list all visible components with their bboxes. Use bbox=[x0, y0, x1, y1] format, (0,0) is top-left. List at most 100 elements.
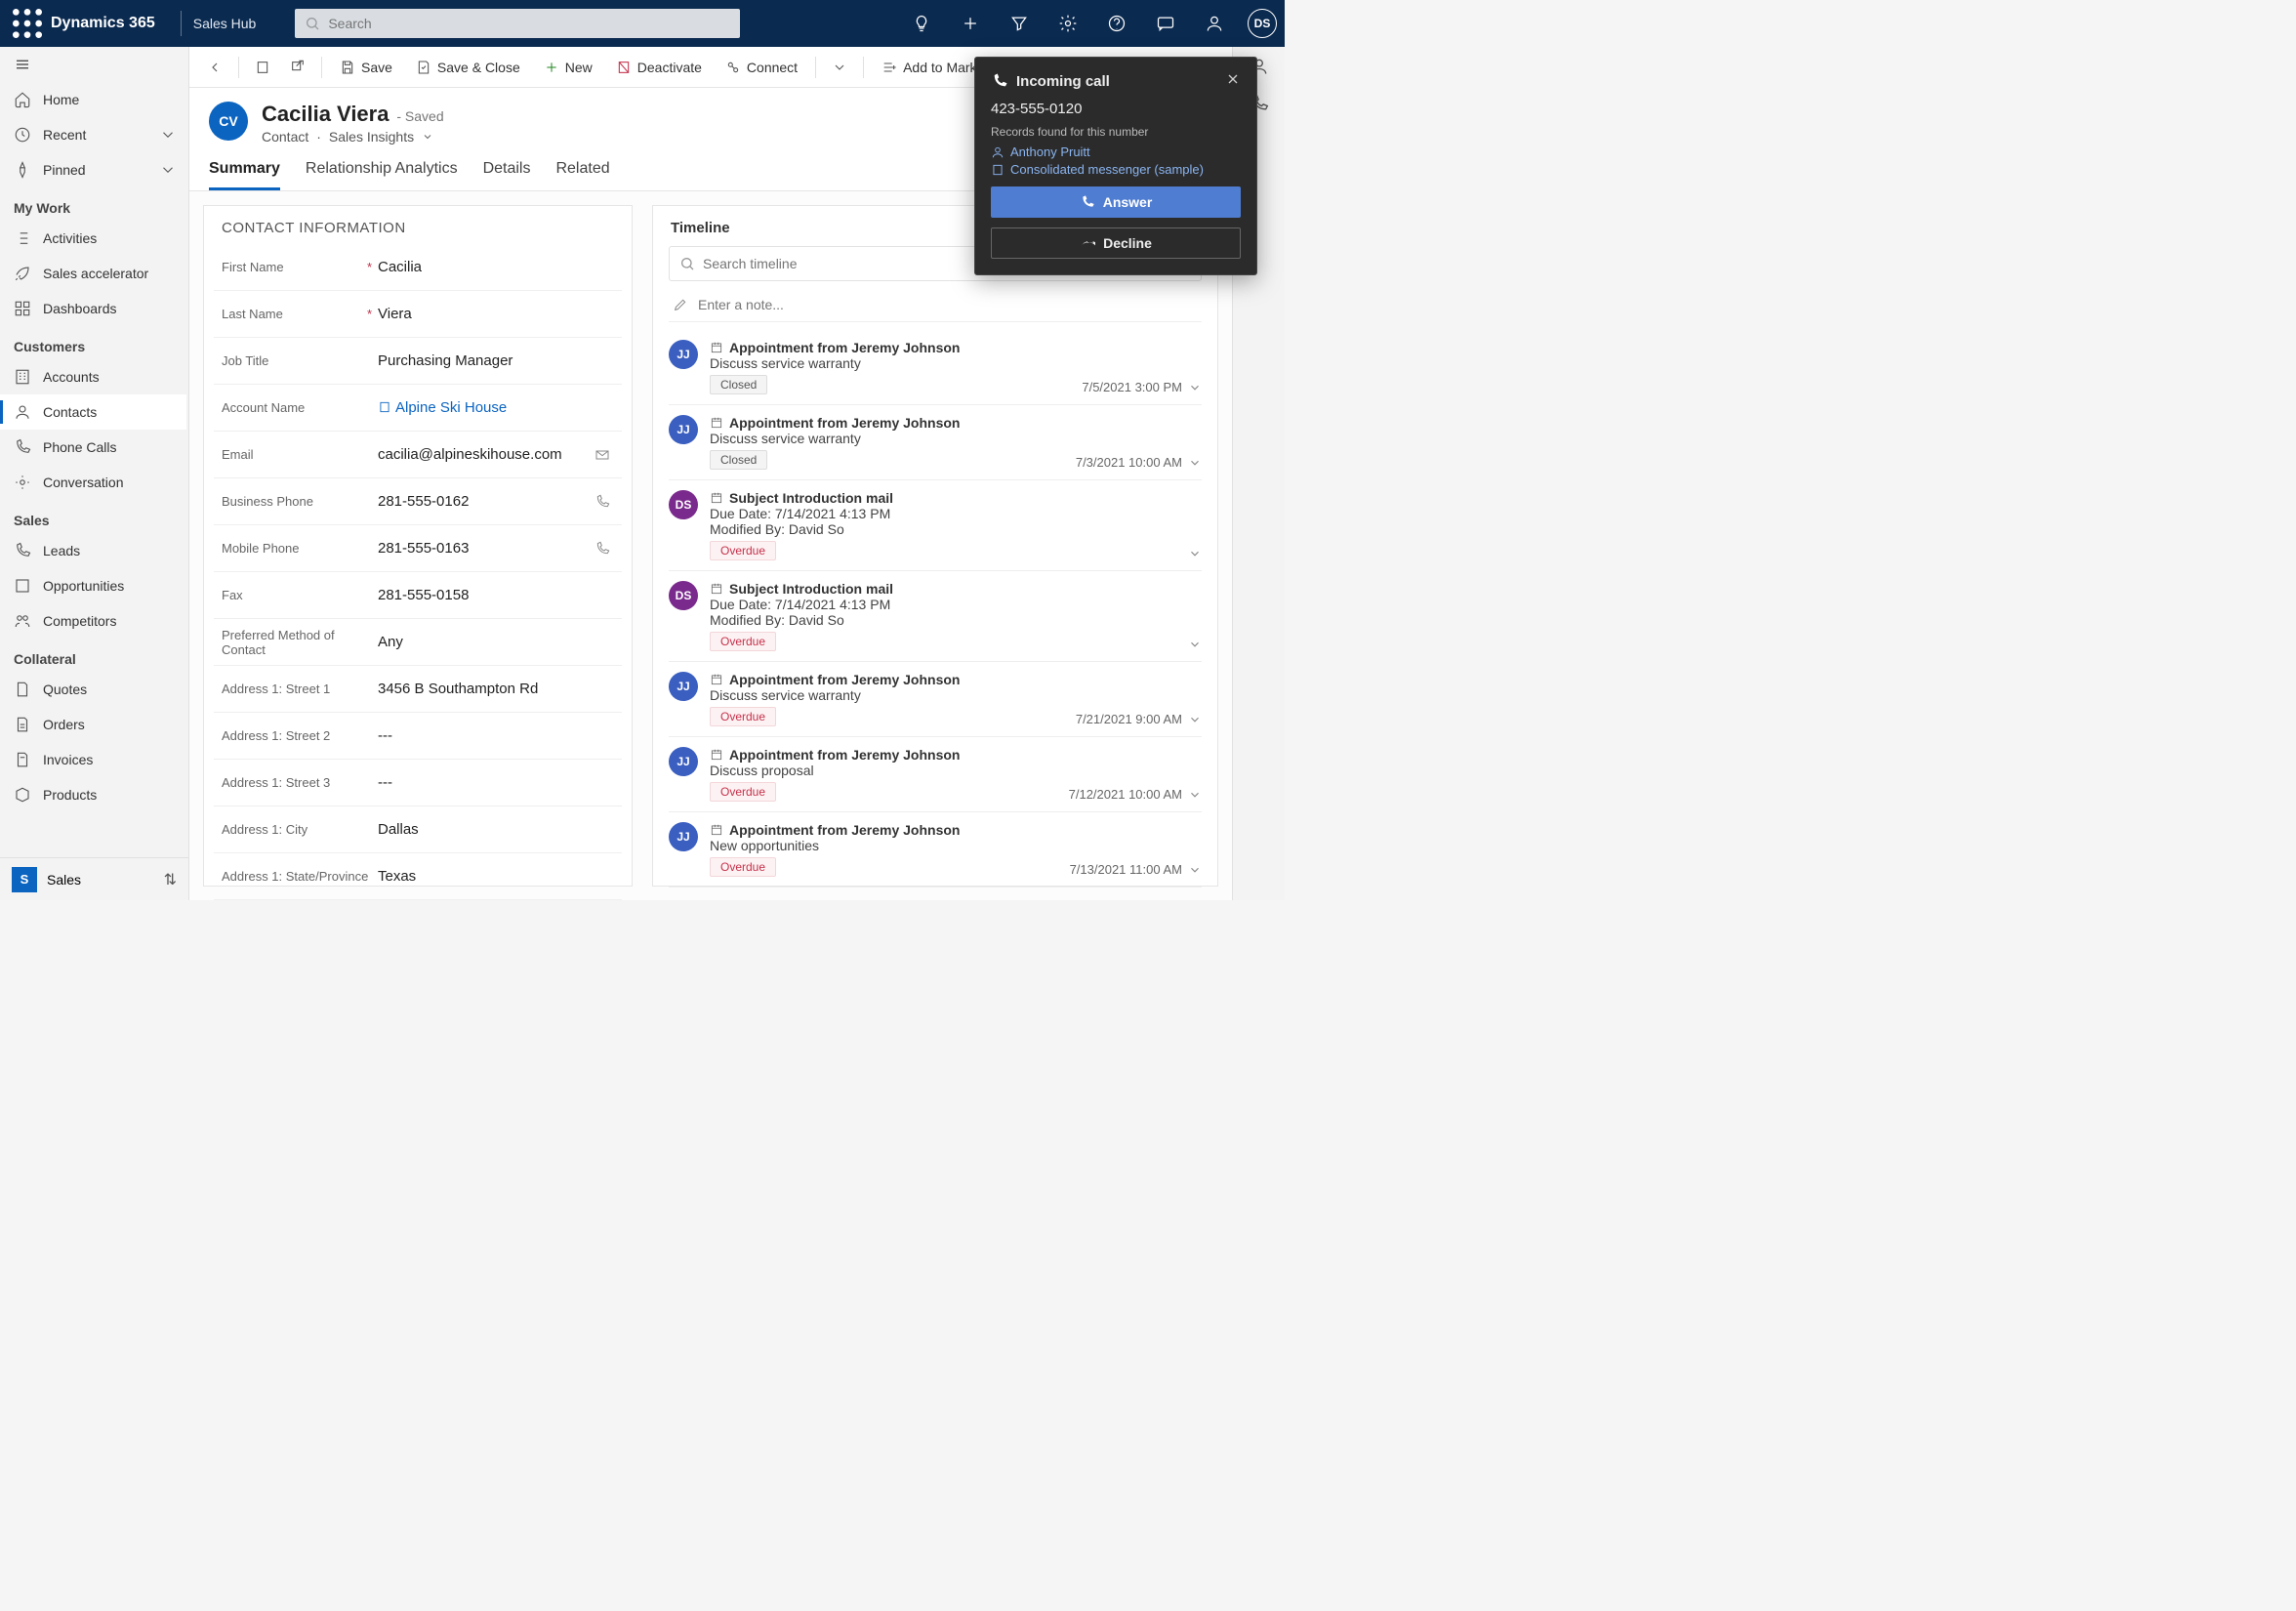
form-label[interactable]: Sales Insights bbox=[329, 129, 414, 145]
field-value[interactable]: Alpine Ski House bbox=[378, 399, 614, 416]
field-value: Purchasing Manager bbox=[378, 352, 614, 369]
help-icon[interactable] bbox=[1095, 2, 1138, 45]
back-button[interactable] bbox=[199, 54, 230, 81]
nav-home[interactable]: Home bbox=[0, 82, 186, 117]
chevron-down-icon[interactable] bbox=[1188, 863, 1202, 877]
field-first-name[interactable]: First Name*Cacilia bbox=[214, 244, 622, 291]
field-last-name[interactable]: Last Name*Viera bbox=[214, 291, 622, 338]
field-city[interactable]: Address 1: CityDallas bbox=[214, 806, 622, 853]
field-mobile-phone[interactable]: Mobile Phone281-555-0163 bbox=[214, 525, 622, 572]
nav-contacts[interactable]: Contacts bbox=[0, 394, 186, 430]
field-job-title[interactable]: Job TitlePurchasing Manager bbox=[214, 338, 622, 385]
plus-icon[interactable] bbox=[949, 2, 992, 45]
timeline-avatar: DS bbox=[669, 581, 698, 610]
chat-icon[interactable] bbox=[1144, 2, 1187, 45]
hub-label[interactable]: Sales Hub bbox=[193, 16, 257, 31]
timeline-item[interactable]: DS Subject Introduction mail Due Date: 7… bbox=[669, 571, 1202, 662]
field-state[interactable]: Address 1: State/ProvinceTexas bbox=[214, 853, 622, 900]
timeline-badge: Overdue bbox=[710, 782, 776, 802]
tab-summary[interactable]: Summary bbox=[209, 160, 280, 190]
timeline-avatar: JJ bbox=[669, 672, 698, 701]
timeline-avatar: JJ bbox=[669, 822, 698, 851]
nav-activities[interactable]: Activities bbox=[0, 221, 186, 256]
chevron-down-icon[interactable] bbox=[1188, 713, 1202, 726]
search-input[interactable] bbox=[328, 16, 730, 31]
section-mywork: My Work bbox=[0, 187, 186, 221]
answer-button[interactable]: Answer bbox=[991, 186, 1241, 218]
connect-button[interactable]: Connect bbox=[716, 54, 807, 81]
popout-button[interactable] bbox=[282, 54, 313, 81]
phone-action-icon[interactable] bbox=[591, 541, 614, 557]
nav-leads[interactable]: Leads bbox=[0, 533, 186, 568]
section-collateral: Collateral bbox=[0, 639, 186, 672]
area-label: Sales bbox=[47, 872, 154, 888]
phone-action-icon[interactable] bbox=[591, 494, 614, 510]
save-button[interactable]: Save bbox=[330, 54, 402, 81]
global-search[interactable] bbox=[295, 9, 740, 38]
timeline-item[interactable]: JJ Appointment from Jeremy Johnson Discu… bbox=[669, 405, 1202, 480]
cmd-label: Save bbox=[361, 60, 392, 75]
call-record-account[interactable]: Consolidated messenger (sample) bbox=[991, 162, 1241, 177]
field-fax[interactable]: Fax281-555-0158 bbox=[214, 572, 622, 619]
user-avatar[interactable]: DS bbox=[1248, 9, 1277, 38]
field-account[interactable]: Account NameAlpine Ski House bbox=[214, 385, 622, 432]
tab-related[interactable]: Related bbox=[555, 160, 609, 190]
timeline-item-title: Appointment from Jeremy Johnson bbox=[729, 415, 960, 431]
timeline-item[interactable]: JJ Appointment from Jeremy Johnson New o… bbox=[669, 812, 1202, 888]
area-switcher[interactable]: S Sales ⇅ bbox=[0, 857, 188, 900]
timeline-note-input[interactable]: Enter a note... bbox=[669, 287, 1202, 322]
open-record-set-button[interactable] bbox=[247, 54, 278, 81]
chevron-down-icon[interactable] bbox=[1188, 638, 1202, 651]
section-sales: Sales bbox=[0, 500, 186, 533]
timeline-item[interactable]: DS Subject Introduction mail Due Date: 7… bbox=[669, 480, 1202, 571]
tab-relationship-analytics[interactable]: Relationship Analytics bbox=[306, 160, 458, 190]
call-record-contact[interactable]: Anthony Pruitt bbox=[991, 145, 1241, 159]
save-close-button[interactable]: Save & Close bbox=[406, 54, 530, 81]
app-launcher-icon[interactable] bbox=[8, 4, 47, 43]
deactivate-button[interactable]: Deactivate bbox=[606, 54, 712, 81]
timeline-item[interactable]: JJ Appointment from Jeremy Johnson Discu… bbox=[669, 737, 1202, 812]
nav-products[interactable]: Products bbox=[0, 777, 186, 812]
gear-icon[interactable] bbox=[1046, 2, 1089, 45]
filter-icon[interactable] bbox=[998, 2, 1041, 45]
field-street2[interactable]: Address 1: Street 2--- bbox=[214, 713, 622, 760]
timeline-list: JJ Appointment from Jeremy Johnson Discu… bbox=[653, 330, 1217, 888]
timeline-item[interactable]: JJ Appointment from Jeremy Johnson Discu… bbox=[669, 330, 1202, 405]
chevron-down-icon[interactable] bbox=[1188, 381, 1202, 394]
field-preferred-contact[interactable]: Preferred Method of ContactAny bbox=[214, 619, 622, 666]
timeline-item-desc: Due Date: 7/14/2021 4:13 PM bbox=[710, 506, 1188, 521]
contact-info-card: CONTACT INFORMATION First Name*Cacilia L… bbox=[203, 205, 633, 887]
nav-pinned[interactable]: Pinned bbox=[0, 152, 186, 187]
person-icon[interactable] bbox=[1193, 2, 1236, 45]
decline-button[interactable]: Decline bbox=[991, 227, 1241, 259]
hamburger-icon[interactable] bbox=[0, 47, 188, 82]
field-email[interactable]: Emailcacilia@alpineskihouse.com bbox=[214, 432, 622, 478]
top-nav: Dynamics 365 Sales Hub DS bbox=[0, 0, 1285, 47]
close-call-button[interactable] bbox=[1225, 71, 1241, 91]
nav-orders[interactable]: Orders bbox=[0, 707, 186, 742]
field-street3[interactable]: Address 1: Street 3--- bbox=[214, 760, 622, 806]
email-action-icon[interactable] bbox=[591, 447, 614, 463]
nav-dashboards[interactable]: Dashboards bbox=[0, 291, 186, 326]
chevron-down-icon[interactable] bbox=[1188, 788, 1202, 802]
nav-quotes[interactable]: Quotes bbox=[0, 672, 186, 707]
nav-competitors[interactable]: Competitors bbox=[0, 603, 186, 639]
field-street1[interactable]: Address 1: Street 13456 B Southampton Rd bbox=[214, 666, 622, 713]
connect-chevron-button[interactable] bbox=[824, 54, 855, 81]
timeline-item-title: Subject Introduction mail bbox=[729, 490, 893, 506]
timeline-item[interactable]: JJ Appointment from Jeremy Johnson Discu… bbox=[669, 662, 1202, 737]
nav-conversation[interactable]: Conversation bbox=[0, 465, 186, 500]
nav-sales-accelerator[interactable]: Sales accelerator bbox=[0, 256, 186, 291]
nav-invoices[interactable]: Invoices bbox=[0, 742, 186, 777]
new-button[interactable]: New bbox=[534, 54, 602, 81]
field-business-phone[interactable]: Business Phone281-555-0162 bbox=[214, 478, 622, 525]
tab-details[interactable]: Details bbox=[483, 160, 531, 190]
chevron-down-icon[interactable] bbox=[1188, 547, 1202, 560]
nav-phone-calls[interactable]: Phone Calls bbox=[0, 430, 186, 465]
nav-recent-label: Recent bbox=[43, 127, 86, 143]
nav-opportunities[interactable]: Opportunities bbox=[0, 568, 186, 603]
lightbulb-icon[interactable] bbox=[900, 2, 943, 45]
nav-recent[interactable]: Recent bbox=[0, 117, 186, 152]
chevron-down-icon[interactable] bbox=[1188, 456, 1202, 470]
nav-accounts[interactable]: Accounts bbox=[0, 359, 186, 394]
